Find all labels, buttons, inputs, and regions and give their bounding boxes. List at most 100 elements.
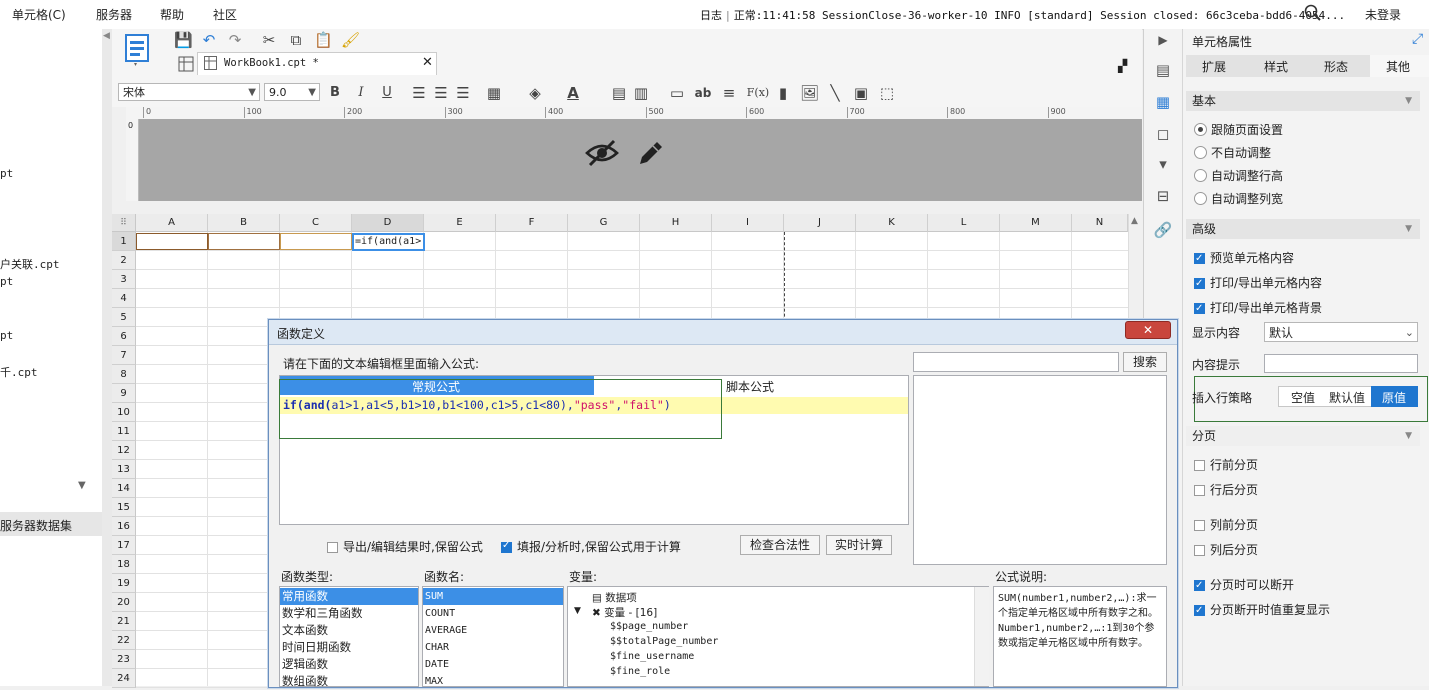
underline-button[interactable]: U [378,84,396,102]
chevron-left-icon[interactable]: ◀ [103,31,110,41]
tree-variables[interactable]: ✖ 变量 - [16] [592,605,657,620]
select-all-corner[interactable]: ⠿ [112,214,136,232]
tree-collapse-icon[interactable]: ▼ [574,606,581,616]
func-name-item[interactable]: SUM [425,588,443,605]
tree-var-item[interactable]: $$page_number [610,621,688,632]
func-name-list[interactable]: SUM COUNT AVERAGE CHAR DATE MAX [422,586,564,687]
check-page-after-row[interactable]: 行后分页 [1194,482,1258,498]
func-type-item[interactable]: 时间日期函数 [282,639,351,656]
insert-float-icon[interactable]: ⬚ [878,84,896,102]
row-header[interactable]: 24 [112,669,136,688]
variables-tree[interactable]: ▤ 数据项 ▼ ✖ 变量 - [16] $$page_number $$tota… [567,586,989,687]
condition-attr-icon[interactable]: ⊟ [1152,185,1174,207]
cut-icon[interactable]: ✂ [260,31,278,49]
cell-c1[interactable] [280,233,352,250]
close-icon[interactable]: ✕ [1125,321,1171,339]
column-header[interactable]: N [1072,214,1128,232]
func-name-item[interactable]: MAX [425,673,443,690]
func-type-item[interactable]: 数学和三角函数 [282,605,363,622]
radio-auto-row-height[interactable]: 自动调整行高 [1194,168,1283,184]
check-preview-content[interactable]: 预览单元格内容 [1194,250,1294,267]
insert-option-default[interactable]: 默认值 [1329,389,1365,406]
check-validity-button[interactable]: 检查合法性 [740,535,820,555]
column-header[interactable]: F [496,214,568,232]
dialog-titlebar[interactable]: 函数定义 ✕ [269,320,1177,345]
widget-settings-icon[interactable]: ▾ [1152,153,1174,175]
func-name-item[interactable]: CHAR [425,639,449,656]
row-header[interactable]: 4 [112,289,136,308]
save-icon[interactable]: 💾 [174,31,193,49]
column-header[interactable]: H [640,214,712,232]
menu-server[interactable]: 服务器 [96,6,132,23]
insert-option-original[interactable]: 原值 [1371,386,1418,407]
template-file[interactable]: pt [0,275,13,288]
column-header[interactable]: D [352,214,424,232]
redo-icon[interactable]: ↷ [226,31,244,49]
splitter[interactable]: ◀ [102,29,112,686]
row-header[interactable]: 11 [112,422,136,441]
paste-icon[interactable]: 📋 [314,31,333,49]
tab-style[interactable]: 样式 [1264,58,1288,75]
row-header[interactable]: 17 [112,536,136,555]
section-advanced[interactable]: 高级 ▼ [1186,219,1420,239]
row-header[interactable]: 1 [112,232,136,251]
italic-button[interactable]: I [352,84,370,102]
formula-editor[interactable]: 常规公式 脚本公式 if(and(a1>1,a1<5,b1>10,b1<100,… [279,375,909,525]
insert-field-icon[interactable]: ▭ [668,84,686,102]
column-header[interactable]: L [928,214,1000,232]
undo-icon[interactable]: ↶ [200,31,218,49]
row-header[interactable]: 5 [112,308,136,327]
insert-text-button[interactable]: ab [694,84,712,102]
fill-color-icon[interactable]: ◈ [526,84,544,102]
row-header[interactable]: 22 [112,631,136,650]
section-paging[interactable]: 分页 ▼ [1186,426,1420,446]
row-header[interactable]: 19 [112,574,136,593]
menu-community[interactable]: 社区 [213,6,237,23]
check-break-on-page[interactable]: 分页时可以断开 [1194,577,1294,594]
template-file[interactable]: pt [0,329,13,342]
row-header[interactable]: 6 [112,327,136,346]
radio-follow-page[interactable]: 跟随页面设置 [1194,122,1283,138]
server-dataset-header[interactable]: 服务器数据集 [0,512,102,536]
row-header[interactable]: 14 [112,479,136,498]
split-cells-icon[interactable]: ▥ [632,84,650,102]
tab-script-formula[interactable]: 脚本公式 [726,378,774,395]
align-left-icon[interactable]: ☰ [410,84,428,102]
row-header[interactable]: 9 [112,384,136,403]
row-header[interactable]: 20 [112,593,136,612]
bold-button[interactable]: B [326,84,344,102]
insert-subreport-icon[interactable]: ▣ [852,84,870,102]
column-header[interactable]: M [1000,214,1072,232]
tree-var-item[interactable]: $fine_role [610,666,670,677]
cell-b1[interactable] [208,233,280,250]
column-header[interactable]: A [136,214,208,232]
cell-d1[interactable]: =if(and(a1> [352,233,425,251]
grid-view-icon[interactable] [178,56,194,75]
log-button[interactable]: 日志 [700,9,722,22]
row-header[interactable]: 7 [112,346,136,365]
tab-other[interactable]: 其他 [1370,55,1429,77]
radio-auto-col-width[interactable]: 自动调整列宽 [1194,191,1283,207]
radio-no-adjust[interactable]: 不自动调整 [1194,145,1271,161]
format-painter-icon[interactable]: 🖌 [341,31,360,49]
func-type-item[interactable]: 数组函数 [282,673,328,690]
merge-cells-icon[interactable]: ▤ [610,84,628,102]
cell-element-icon[interactable]: ◻ [1152,123,1174,145]
hide-eye-icon[interactable] [585,137,619,172]
menu-help[interactable]: 帮助 [160,6,184,23]
scroll-up-icon[interactable]: ▲ [1131,216,1138,226]
new-template-icon[interactable]: ▾ [124,33,150,69]
insert-chart-icon[interactable]: ▮ [774,84,792,102]
row-header[interactable]: 10 [112,403,136,422]
row-header[interactable]: 16 [112,517,136,536]
collapse-arrow-icon[interactable]: ▼ [78,480,86,491]
tree-var-item[interactable]: $$totalPage_number [610,636,718,647]
column-header[interactable]: K [856,214,928,232]
display-content-select[interactable]: 默认 ⌄ [1264,322,1418,342]
search-results-list[interactable] [913,375,1167,565]
func-type-item[interactable]: 常用函数 [282,588,328,605]
column-header[interactable]: E [424,214,496,232]
column-header[interactable]: G [568,214,640,232]
copy-icon[interactable]: ⧉ [287,31,305,49]
check-page-before-col[interactable]: 列前分页 [1194,517,1258,533]
